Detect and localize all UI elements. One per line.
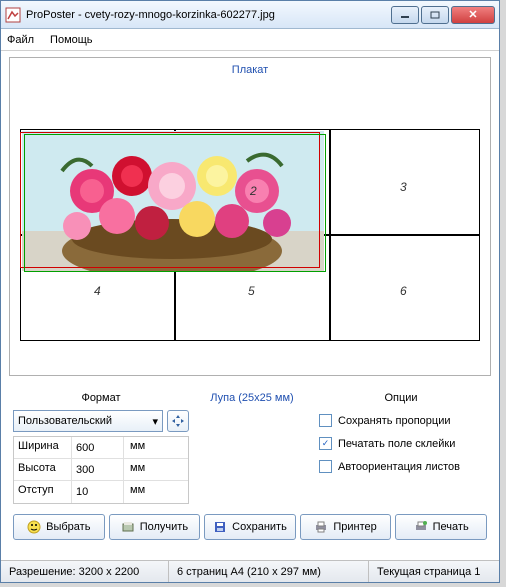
choose-button[interactable]: Выбрать <box>13 514 105 540</box>
auto-orient-option[interactable]: Автоориентация листов <box>319 460 487 473</box>
format-combo-value: Пользовательский <box>18 415 112 427</box>
keep-ratio-option[interactable]: Сохранять пропорции <box>319 414 487 427</box>
save-button[interactable]: Сохранить <box>204 514 296 540</box>
margin-unit: мм <box>124 481 151 503</box>
printer-button[interactable]: Принтер <box>300 514 392 540</box>
cell-label-4: 4 <box>94 284 101 298</box>
margin-label: Отступ <box>14 481 72 503</box>
printer-icon <box>314 520 328 534</box>
checkbox-checked-icon: ✓ <box>319 437 332 450</box>
format-title: Формат <box>13 392 189 404</box>
statusbar: Разрешение: 3200 x 2200 6 страниц A4 (21… <box>1 560 499 582</box>
margin-input[interactable] <box>72 481 124 503</box>
status-resolution: Разрешение: 3200 x 2200 <box>1 561 169 582</box>
loupe-label[interactable]: Лупа (25x25 мм) <box>197 392 307 404</box>
status-pages: 6 страниц A4 (210 x 297 мм) <box>169 561 369 582</box>
chevron-down-icon: ▾ <box>152 415 158 428</box>
print-glue-label: Печатать поле склейки <box>338 438 455 450</box>
minimize-button[interactable] <box>391 6 419 24</box>
cell-label-3: 3 <box>400 180 407 194</box>
window-title: ProPoster - cvety-rozy-mnogo-korzinka-60… <box>26 9 391 21</box>
print-icon <box>414 520 428 534</box>
maximize-button[interactable] <box>421 6 449 24</box>
poster-panel: Плакат <box>9 57 491 376</box>
menu-help[interactable]: Помощь <box>50 34 93 46</box>
checkbox-icon <box>319 414 332 427</box>
poster-grid[interactable]: 2 3 4 5 6 <box>20 84 480 359</box>
options-title: Опции <box>315 392 487 404</box>
menu-file[interactable]: Файл <box>7 34 34 46</box>
close-button[interactable]: ✕ <box>451 6 495 24</box>
print-glue-option[interactable]: ✓ Печатать поле склейки <box>319 437 487 450</box>
height-input[interactable] <box>72 459 124 480</box>
width-label: Ширина <box>14 437 72 458</box>
format-move-button[interactable] <box>167 410 189 432</box>
keep-ratio-label: Сохранять пропорции <box>338 415 451 427</box>
get-button[interactable]: Получить <box>109 514 201 540</box>
smiley-icon <box>27 520 41 534</box>
status-current-page: Текущая страница 1 <box>369 561 499 582</box>
cell-label-5: 5 <box>248 284 255 298</box>
cell-label-6: 6 <box>400 284 407 298</box>
titlebar[interactable]: ProPoster - cvety-rozy-mnogo-korzinka-60… <box>1 1 499 29</box>
auto-orient-label: Автоориентация листов <box>338 461 460 473</box>
scanner-icon <box>121 520 135 534</box>
checkbox-icon <box>319 460 332 473</box>
poster-label: Плакат <box>12 60 488 84</box>
height-label: Высота <box>14 459 72 480</box>
cell-label-2: 2 <box>250 184 257 198</box>
floppy-icon <box>213 520 227 534</box>
format-combo[interactable]: Пользовательский ▾ <box>13 410 163 432</box>
width-unit: мм <box>124 437 151 458</box>
app-window: ProPoster - cvety-rozy-mnogo-korzinka-60… <box>0 0 500 583</box>
menubar: Файл Помощь <box>1 29 499 51</box>
width-input[interactable] <box>72 437 124 458</box>
print-button[interactable]: Печать <box>395 514 487 540</box>
dimensions-table: Ширина мм Высота мм Отступ мм <box>13 436 189 504</box>
height-unit: мм <box>124 459 151 480</box>
app-icon <box>5 7 21 23</box>
move-icon <box>171 414 185 428</box>
poster-image <box>22 131 324 271</box>
